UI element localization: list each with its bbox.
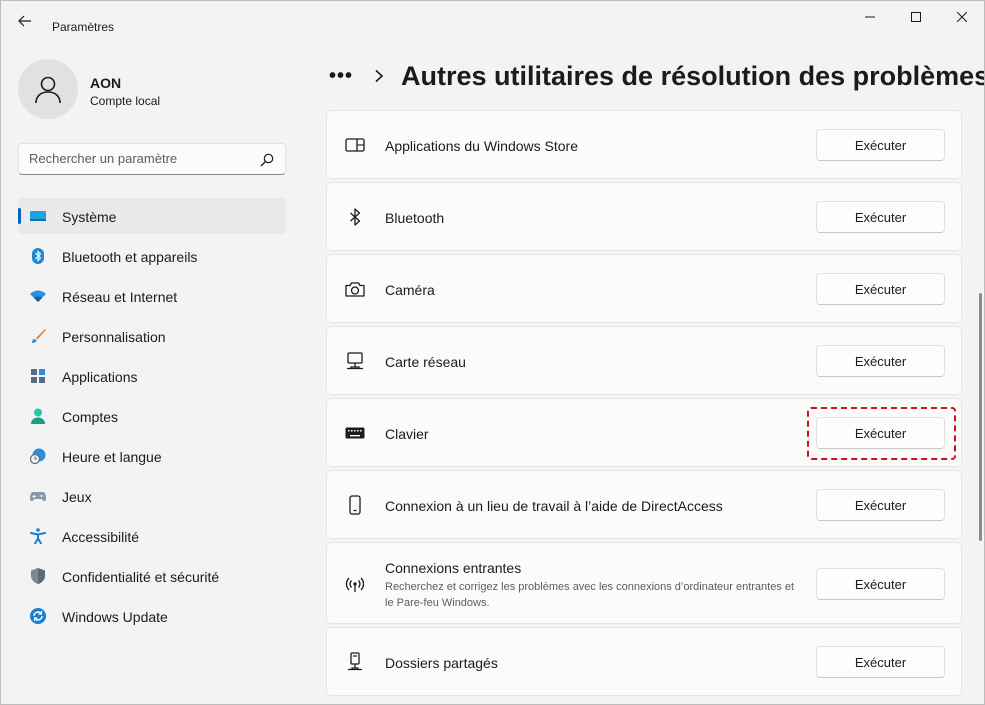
shield-icon bbox=[31, 568, 45, 584]
back-button[interactable] bbox=[13, 11, 37, 31]
maximize-icon bbox=[911, 12, 921, 22]
troubleshooter-title: Connexion à un lieu de travail à l’aide … bbox=[385, 498, 723, 514]
network-adapter-icon bbox=[347, 352, 363, 370]
run-button[interactable]: Exécuter bbox=[816, 129, 945, 161]
sidebar-item-label: Bluetooth et appareils bbox=[62, 249, 198, 265]
troubleshooter-row: Clavier Exécuter bbox=[326, 398, 962, 467]
troubleshooter-title: Caméra bbox=[385, 282, 435, 298]
sidebar-item-label: Réseau et Internet bbox=[62, 289, 178, 305]
breadcrumb: ••• Autres utilitaires de résolution des… bbox=[329, 59, 984, 95]
brush-icon bbox=[31, 329, 46, 343]
troubleshooter-title: Connexions entrantes bbox=[385, 560, 522, 576]
minimize-button[interactable] bbox=[847, 1, 893, 33]
minimize-icon bbox=[865, 16, 875, 18]
incoming-connection-icon bbox=[345, 577, 365, 592]
sidebar-item-label: Windows Update bbox=[62, 609, 168, 625]
search-input[interactable] bbox=[29, 151, 249, 166]
run-button[interactable]: Exécuter bbox=[816, 417, 945, 449]
troubleshooter-row: Caméra Exécuter bbox=[326, 254, 962, 323]
phone-icon bbox=[349, 495, 361, 515]
sidebar-item-label: Comptes bbox=[62, 409, 119, 425]
breadcrumb-overflow-button[interactable]: ••• bbox=[329, 65, 353, 88]
search-box[interactable] bbox=[18, 143, 286, 175]
troubleshooter-row: Connexions entrantes Recherchez et corri… bbox=[326, 542, 962, 624]
close-icon bbox=[957, 12, 967, 22]
shared-folder-icon bbox=[348, 652, 362, 671]
run-button[interactable]: Exécuter bbox=[816, 646, 945, 678]
sidebar-item-confidentialite[interactable]: Confidentialité et sécurité bbox=[18, 558, 286, 594]
account-type: Compte local bbox=[90, 94, 161, 108]
troubleshooter-row: Carte réseau Exécuter bbox=[326, 326, 962, 395]
sidebar-item-label: Heure et langue bbox=[62, 449, 162, 465]
sidebar-item-heure-langue[interactable]: Heure et langue bbox=[18, 438, 286, 474]
close-button[interactable] bbox=[939, 1, 984, 33]
bluetooth-icon bbox=[350, 208, 361, 226]
accounts-icon bbox=[31, 408, 45, 424]
title-bar: Paramètres bbox=[1, 1, 984, 35]
sidebar-item-label: Confidentialité et sécurité bbox=[62, 569, 220, 585]
sidebar-item-comptes[interactable]: Comptes bbox=[18, 398, 286, 434]
page-title: Autres utilitaires de résolution des pro… bbox=[401, 61, 985, 91]
sidebar-item-label: Applications bbox=[62, 369, 138, 385]
person-icon bbox=[35, 76, 61, 104]
troubleshooter-title: Carte réseau bbox=[385, 354, 466, 370]
sidebar-item-label: Système bbox=[62, 209, 117, 225]
accessibility-icon bbox=[30, 528, 46, 544]
sidebar-nav: Système Bluetooth et appareils Réseau et… bbox=[18, 198, 286, 638]
troubleshooter-list: Applications du Windows Store Exécuter B… bbox=[326, 110, 962, 699]
troubleshooter-row: Applications du Windows Store Exécuter bbox=[326, 110, 962, 179]
back-arrow-icon bbox=[18, 15, 31, 27]
sidebar-item-jeux[interactable]: Jeux bbox=[18, 478, 286, 514]
avatar bbox=[18, 59, 78, 119]
sidebar-item-label: Jeux bbox=[62, 489, 92, 505]
sidebar-item-bluetooth[interactable]: Bluetooth et appareils bbox=[18, 238, 286, 274]
sidebar-item-label: Personnalisation bbox=[62, 329, 166, 345]
app-title: Paramètres bbox=[52, 20, 115, 34]
apps-icon bbox=[31, 369, 45, 383]
troubleshooter-title: Bluetooth bbox=[385, 210, 445, 226]
vertical-scrollbar[interactable] bbox=[979, 293, 982, 541]
keyboard-icon bbox=[345, 427, 365, 439]
sidebar-item-label: Accessibilité bbox=[62, 529, 140, 545]
troubleshooter-row: Dossiers partagés Exécuter bbox=[326, 627, 962, 696]
maximize-button[interactable] bbox=[893, 1, 939, 33]
user-name: AON bbox=[90, 75, 122, 91]
settings-window: Paramètres AON Compte local Système Blue… bbox=[0, 0, 985, 705]
sidebar-item-reseau[interactable]: Réseau et Internet bbox=[18, 278, 286, 314]
troubleshooter-title: Clavier bbox=[385, 426, 429, 442]
troubleshooter-description: Recherchez et corrigez les problèmes ave… bbox=[385, 581, 795, 609]
update-icon bbox=[30, 608, 46, 624]
run-button[interactable]: Exécuter bbox=[816, 489, 945, 521]
bluetooth-icon bbox=[32, 248, 44, 264]
system-icon bbox=[30, 211, 46, 221]
troubleshooter-row: Bluetooth Exécuter bbox=[326, 182, 962, 251]
run-button[interactable]: Exécuter bbox=[816, 201, 945, 233]
sidebar-item-systeme[interactable]: Système bbox=[18, 198, 286, 234]
troubleshooter-title: Dossiers partagés bbox=[385, 655, 498, 671]
sidebar-item-windows-update[interactable]: Windows Update bbox=[18, 598, 286, 634]
chevron-right-icon bbox=[375, 69, 384, 83]
run-button[interactable]: Exécuter bbox=[816, 273, 945, 305]
clock-globe-icon bbox=[30, 448, 46, 464]
sidebar-item-personnalisation[interactable]: Personnalisation bbox=[18, 318, 286, 354]
camera-icon bbox=[345, 282, 365, 297]
troubleshooter-title: Applications du Windows Store bbox=[385, 138, 578, 154]
run-button[interactable]: Exécuter bbox=[816, 568, 945, 600]
sidebar-item-applications[interactable]: Applications bbox=[18, 358, 286, 394]
search-icon bbox=[260, 153, 274, 167]
sidebar-item-accessibilite[interactable]: Accessibilité bbox=[18, 518, 286, 554]
troubleshooter-row: Connexion à un lieu de travail à l’aide … bbox=[326, 470, 962, 539]
wifi-icon bbox=[30, 290, 46, 302]
store-app-icon bbox=[345, 138, 365, 152]
gamepad-icon bbox=[30, 492, 46, 501]
run-button[interactable]: Exécuter bbox=[816, 345, 945, 377]
